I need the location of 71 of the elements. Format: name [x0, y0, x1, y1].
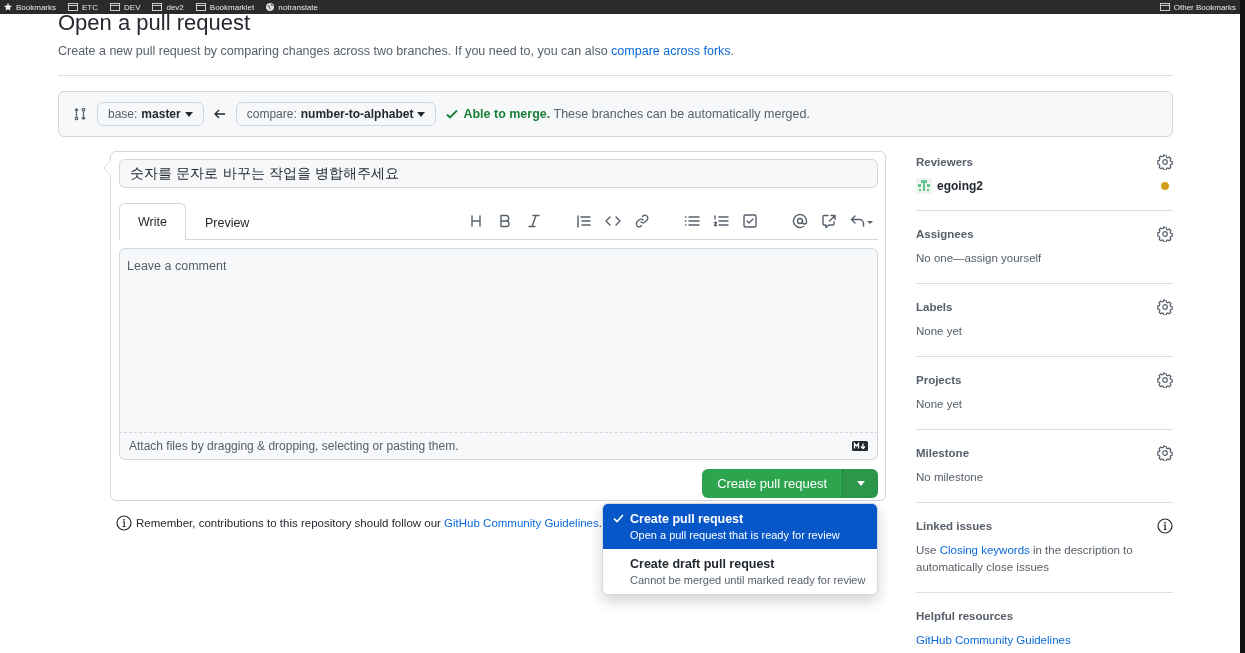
sidebar-value: None yet: [916, 324, 964, 339]
sidebar-value: No milestone: [916, 470, 985, 485]
guidelines-notice: Remember, contributions to this repository should follow our GitHub Community Guidelines.: [136, 517, 602, 529]
guidelines-link[interactable]: GitHub Community Guidelines: [444, 517, 599, 529]
compare-branch-button[interactable]: compare: number-to-alphabet: [235, 102, 437, 126]
settings-icon[interactable]: [1157, 154, 1173, 170]
title-field[interactable]: 숫자를 문자로 바꾸는 작업을 병합해주세요: [119, 159, 878, 188]
menu-option[interactable]: Create pull request Open a pull request that is ready for review: [603, 504, 877, 549]
task-list-icon[interactable]: [742, 213, 758, 229]
caret-icon: [417, 111, 426, 117]
info-icon: [116, 515, 132, 531]
sidebar-heading: Reviewers: [916, 156, 973, 168]
sidebar-value: No one—assign yourself: [916, 251, 1043, 266]
sidebar-heading: Milestone: [916, 447, 970, 459]
avatar-icon: [916, 178, 932, 194]
folder-icon: [1159, 3, 1170, 11]
reply-icon[interactable]: [850, 213, 874, 229]
sidebar-heading: Helpful resources: [916, 610, 1014, 622]
caret-icon: [184, 111, 193, 117]
check-icon: [613, 514, 624, 523]
bookmark-link[interactable]: Other Bookmarks: [1173, 2, 1236, 12]
compare-icon: [73, 107, 87, 121]
settings-icon[interactable]: [1157, 299, 1173, 315]
folder-icon: [110, 3, 120, 11]
folder-icon: [152, 3, 163, 11]
bold-icon[interactable]: [497, 213, 513, 229]
sidebar-heading: Assignees: [916, 228, 974, 240]
bookmark-link[interactable]: Bookmarklet: [209, 2, 255, 12]
italic-icon[interactable]: [526, 213, 542, 229]
editor-tab[interactable]: Write: [119, 203, 186, 240]
sidebar-heading: Linked issues: [916, 520, 993, 532]
reviewer-name[interactable]: egoing2: [937, 179, 983, 193]
quote-icon[interactable]: [576, 213, 592, 229]
check-icon: [446, 108, 459, 120]
heading-icon[interactable]: [468, 213, 484, 229]
page-description: Create a new pull request by comparing changes across two branches. If you need to, you can also compare across forks.: [58, 44, 736, 58]
bookmark-link[interactable]: DEV: [124, 2, 141, 12]
sidebar-heading: Projects: [916, 374, 962, 386]
attach-files-hint: Attach files by dragging & dropping, selecting or pasting them.: [129, 439, 459, 453]
menu-option[interactable]: Create draft pull request Cannot be merged until marked ready for review: [603, 549, 877, 594]
sidebar-value: None yet: [916, 397, 964, 412]
mention-icon[interactable]: [792, 213, 808, 229]
settings-icon[interactable]: [1157, 372, 1173, 388]
folder-icon: [195, 3, 206, 11]
guidelines-link[interactable]: GitHub Community Guidelines: [916, 634, 1071, 646]
arrow-left-icon: [213, 108, 226, 120]
info-icon: [1157, 518, 1173, 534]
reference-icon[interactable]: [821, 213, 837, 229]
numbered-list-icon[interactable]: [713, 213, 729, 229]
star-icon: [4, 3, 12, 11]
dropdown-toggle-button[interactable]: [842, 469, 878, 498]
settings-icon[interactable]: [1157, 445, 1173, 461]
sidebar-heading: Labels: [916, 301, 953, 313]
globe-icon: [266, 3, 275, 11]
caret-icon: [856, 481, 865, 486]
settings-icon[interactable]: [1157, 226, 1173, 242]
closing-keywords-link[interactable]: Closing keywords: [939, 544, 1030, 556]
bookmark-link[interactable]: ETC: [82, 2, 98, 12]
bookmark-link[interactable]: notranslate: [278, 2, 318, 12]
base-branch-button[interactable]: base: master: [97, 102, 204, 126]
folder-icon: [68, 3, 78, 11]
comment-field[interactable]: Leave a comment: [119, 248, 878, 433]
bookmark-link[interactable]: dev2: [166, 2, 184, 12]
sidebar-note: Use Closing keywords in the description to automatically close issues: [916, 543, 1134, 575]
link-icon[interactable]: [634, 213, 650, 229]
editor-tab[interactable]: Preview: [185, 204, 269, 240]
compare-forks-link[interactable]: compare across forks: [611, 44, 731, 58]
markdown-icon: [852, 441, 868, 451]
bullet-list-icon[interactable]: [684, 213, 700, 229]
merge-status: Able to merge. These branches can be automatically merged.: [463, 107, 810, 121]
bookmark-link[interactable]: Bookmarks: [16, 2, 56, 12]
